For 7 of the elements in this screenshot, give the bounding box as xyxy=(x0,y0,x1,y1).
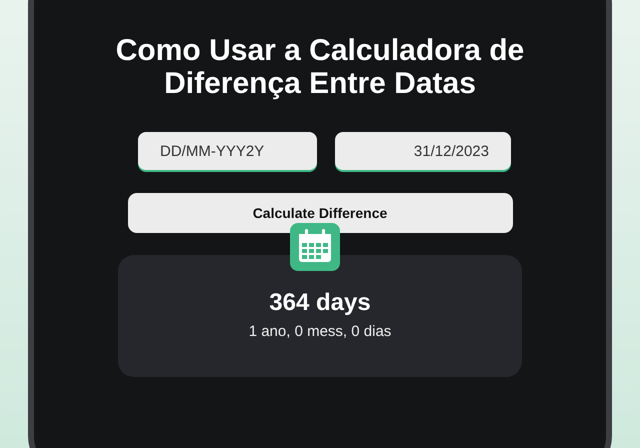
days-result: 364 days xyxy=(269,289,371,317)
page-title: Como Usar a Calculadora de Diferença Entre Datas xyxy=(114,34,526,100)
date-breakdown: 1 ano, 0 mess, 0 dias xyxy=(248,323,392,340)
calculate-button[interactable]: Calculate Difference xyxy=(128,193,512,233)
start-date-field[interactable]: DD/MM-YYY2Y xyxy=(138,132,317,170)
end-date-field[interactable]: 31/12/2023 xyxy=(335,132,511,170)
calendar-icon xyxy=(290,223,340,271)
